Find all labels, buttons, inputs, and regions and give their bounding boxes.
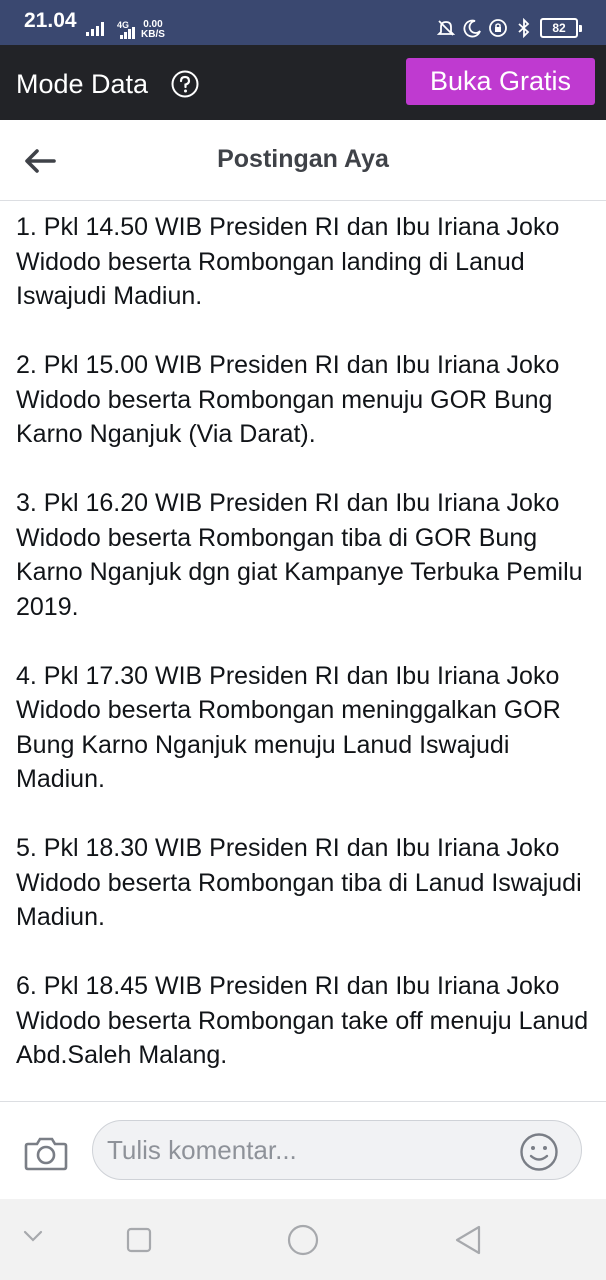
status-icons: 82 [436,18,582,38]
signal-icon [86,22,104,36]
data-rate-unit: KB/S [141,29,165,40]
open-free-button[interactable]: Buka Gratis [406,58,595,105]
data-rate: 0.00 KB/S [141,20,165,40]
post-paragraph: 1. Pkl 14.50 WIB Presiden RI dan Ibu Iri… [16,213,560,310]
emoji-icon[interactable] [519,1132,559,1172]
question-icon[interactable] [170,69,200,99]
moon-icon [463,19,481,38]
chevron-down-icon[interactable] [22,1229,44,1243]
battery-tip [579,24,582,32]
back-triangle-icon[interactable] [453,1224,483,1256]
comment-input[interactable]: Tulis komentar... [92,1120,582,1180]
page-header: Postingan Aya [0,120,606,201]
comment-bar: Tulis komentar... [0,1101,606,1200]
vpn-icon [489,19,507,37]
mute-bell-icon [436,20,456,36]
camera-icon[interactable] [24,1134,68,1172]
post-body: 1. Pkl 14.50 WIB Presiden RI dan Ibu Iri… [16,210,596,1098]
data-mode-title: Mode Data [16,69,149,99]
post-paragraph: 2. Pkl 15.00 WIB Presiden RI dan Ibu Iri… [16,351,560,448]
recents-square-icon[interactable] [126,1227,152,1253]
status-time: 21.04 [24,9,77,32]
page-title: Postingan Aya [217,145,389,173]
comment-placeholder: Tulis komentar... [107,1135,297,1165]
navigation-bar [0,1199,606,1280]
status-bar: 21.04 4G 0.00 KB/S 82 [0,0,606,45]
home-circle-icon[interactable] [287,1224,319,1256]
signal-icon [120,27,135,39]
post-paragraph: 4. Pkl 17.30 WIB Presiden RI dan Ibu Iri… [16,661,561,794]
post-paragraph: 3. Pkl 16.20 WIB Presiden RI dan Ibu Iri… [16,489,583,621]
post-paragraph: 6. Pkl 18.45 WIB Presiden RI dan Ibu Iri… [16,972,589,1069]
post-paragraph: 5. Pkl 18.30 WIB Presiden RI dan Ibu Iri… [16,834,582,931]
bluetooth-icon [518,18,530,38]
battery-icon: 82 [540,18,578,38]
